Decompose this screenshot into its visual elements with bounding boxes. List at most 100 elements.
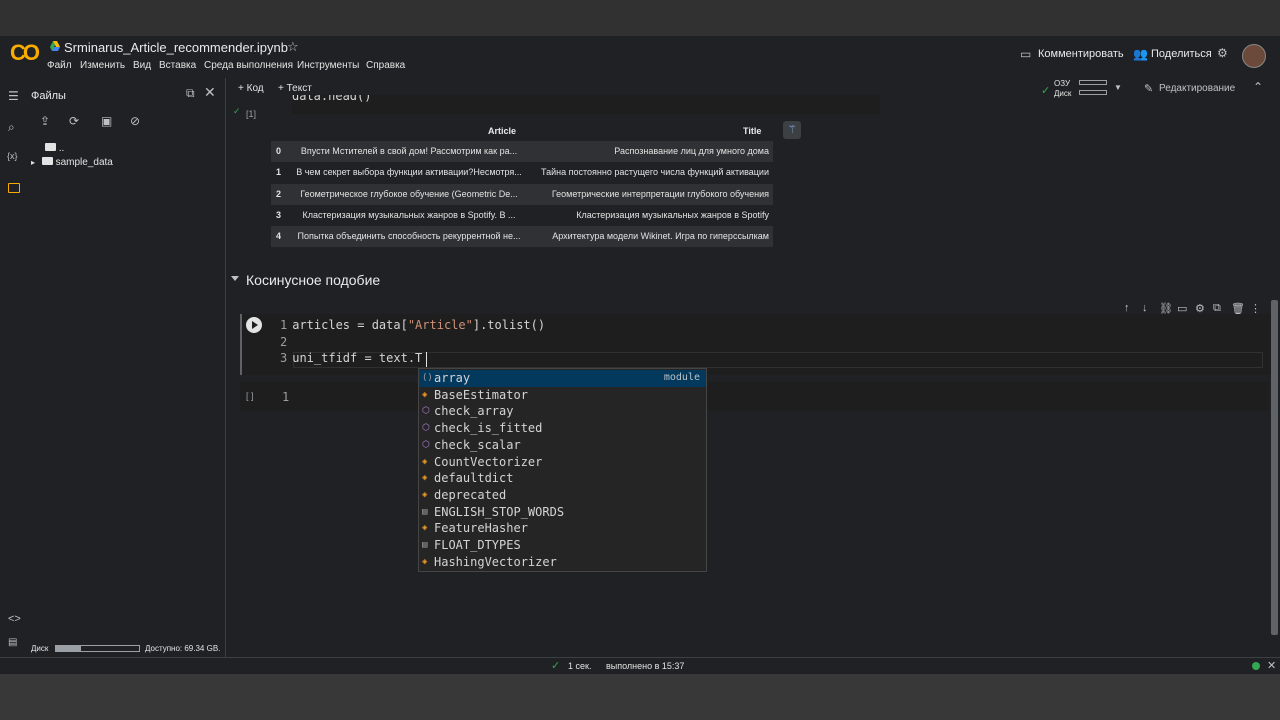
function-icon: ⬡ xyxy=(422,406,430,417)
menu-edit[interactable]: Изменить xyxy=(80,60,125,71)
status-close-icon[interactable]: ✕ xyxy=(1267,659,1276,672)
suggestion-label: FLOAT_DTYPES xyxy=(434,538,521,552)
suggestion-label: deprecated xyxy=(434,487,507,502)
text-cursor xyxy=(426,352,427,367)
suggestion-item[interactable]: ▤ FLOAT_DTYPES xyxy=(419,537,706,554)
suggestion-item[interactable]: ◈ BaseEstimator xyxy=(419,387,706,404)
new-window-icon[interactable]: ⧉ xyxy=(186,86,195,101)
drive-icon xyxy=(50,41,60,51)
code-cell-empty[interactable] xyxy=(240,382,1269,411)
status-check-icon: ✓ xyxy=(551,660,561,672)
constant-icon: ▤ xyxy=(422,506,428,517)
variables-icon[interactable]: {x} xyxy=(7,151,18,161)
share-button[interactable]: Поделиться xyxy=(1151,48,1212,60)
folder-icon[interactable] xyxy=(8,183,20,193)
star-icon[interactable]: ☆ xyxy=(287,39,299,55)
status-dot xyxy=(1252,662,1260,670)
suggestion-label: ENGLISH_STOP_WORDS xyxy=(434,504,565,519)
upload-icon[interactable]: ⇪ xyxy=(40,114,50,128)
class-icon: ◈ xyxy=(422,473,428,484)
table-header-article: Article xyxy=(488,126,517,136)
class-icon: ◈ xyxy=(422,489,428,500)
folder-icon xyxy=(45,143,56,151)
chevron-down-icon[interactable]: ▼ xyxy=(1114,83,1122,92)
menu-file[interactable]: Файл xyxy=(47,60,72,71)
magic-wand-icon[interactable]: ⚚ xyxy=(783,121,801,139)
code-line: 3 uni_tfidf = text.T xyxy=(280,351,422,365)
tree-item-parent[interactable]: .. xyxy=(45,143,64,154)
tree-item-label: .. xyxy=(58,143,65,154)
people-icon[interactable]: 👥 xyxy=(1133,47,1148,61)
code-snippets-icon[interactable]: <> xyxy=(8,613,21,625)
module-icon: () xyxy=(422,373,433,383)
pencil-icon: ✎ xyxy=(1144,83,1154,95)
disk-bar[interactable] xyxy=(1079,90,1107,95)
suggestion-label: check_is_fitted xyxy=(434,421,543,436)
edit-mode-button[interactable]: Редактирование xyxy=(1159,83,1235,94)
chevron-up-icon[interactable]: ⌃ xyxy=(1253,80,1263,94)
colab-logo[interactable]: CO xyxy=(10,42,40,64)
autocomplete-popup[interactable]: () array module ◈ BaseEstimator ⬡ check_array ⬡… xyxy=(418,368,707,572)
table-row: 0 Впусти Мстителей в свой дом! Рассмотрим… xyxy=(271,141,773,162)
code-line: 2 xyxy=(280,335,292,349)
menu-tools[interactable]: Инструменты xyxy=(297,60,359,71)
resource-disk-label: Диск xyxy=(1054,89,1072,98)
row-index: 0 xyxy=(276,146,282,156)
avatar[interactable] xyxy=(1242,44,1266,68)
suggestion-item[interactable]: ◈ defaultdict xyxy=(419,470,706,487)
function-icon: ⬡ xyxy=(422,423,430,434)
table-header-title: Title xyxy=(743,126,762,136)
suggestion-item[interactable]: ▤ ENGLISH_STOP_WORDS xyxy=(419,504,706,521)
move-up-icon[interactable]: ↑ xyxy=(1124,302,1130,314)
close-icon[interactable]: ✕ xyxy=(204,84,216,101)
check-icon: ✓ xyxy=(1041,85,1051,97)
exec-completed: выполнено в 15:37 xyxy=(606,661,685,671)
menu-view[interactable]: Вид xyxy=(133,60,151,71)
search-icon[interactable]: ⌕ xyxy=(8,120,15,135)
function-icon: ⬡ xyxy=(422,439,430,450)
code-string: "Article" xyxy=(407,318,473,332)
menu-runtime[interactable]: Среда выполнения xyxy=(204,60,293,71)
suggestion-item[interactable]: ◈ FeatureHasher xyxy=(419,520,706,537)
menu-help[interactable]: Справка xyxy=(366,60,405,71)
run-cell-button[interactable] xyxy=(246,317,262,333)
add-code-button[interactable]: + Код xyxy=(238,83,264,94)
left-rail xyxy=(0,78,26,657)
menu-insert[interactable]: Вставка xyxy=(159,60,196,71)
tree-item-sample-data[interactable]: ▸ sample_data xyxy=(31,157,113,168)
suggestion-item[interactable]: ◈ deprecated xyxy=(419,487,706,504)
prev-code-cell[interactable]: data.head() xyxy=(292,95,880,114)
code-line: 1 articles = data["Article"].tolist() xyxy=(280,318,545,332)
ram-bar[interactable] xyxy=(1079,80,1107,85)
drive-folder-icon[interactable]: ▣ xyxy=(101,114,112,128)
cell-counter-empty: [ ] xyxy=(246,391,254,401)
class-icon: ◈ xyxy=(422,556,428,567)
code-text: articles = data[ xyxy=(292,318,408,332)
line-number: 2 xyxy=(280,334,288,349)
class-icon: ◈ xyxy=(422,523,428,534)
collapse-caret-icon[interactable] xyxy=(231,276,239,281)
suggestion-item[interactable]: () array module xyxy=(419,370,706,387)
menu-icon[interactable]: ☰ xyxy=(8,89,19,103)
move-down-icon[interactable]: ↓ xyxy=(1142,302,1148,314)
notebook-title[interactable]: Srminarus_Article_recommender.ipynb xyxy=(64,40,288,55)
suggestion-item[interactable]: ⬡ check_array xyxy=(419,403,706,420)
comment-icon[interactable]: ▭ xyxy=(1020,47,1031,61)
line-number: 1 xyxy=(280,318,288,332)
suggestion-item[interactable]: ⬡ check_scalar xyxy=(419,437,706,454)
line-number: 1 xyxy=(282,390,290,404)
comment-button[interactable]: Комментировать xyxy=(1038,48,1124,60)
hide-files-icon[interactable]: ⊘ xyxy=(130,114,140,128)
suggestion-item[interactable]: ◈ CountVectorizer xyxy=(419,454,706,471)
gear-icon[interactable]: ⚙ xyxy=(1217,46,1228,60)
add-text-button[interactable]: + Текст xyxy=(278,83,312,94)
chevron-right-icon[interactable]: ▸ xyxy=(31,158,35,167)
row-index: 3 xyxy=(276,209,282,220)
terminal-icon[interactable]: ▤ xyxy=(8,637,17,648)
refresh-folder-icon[interactable]: ⟳ xyxy=(69,114,79,128)
suggestion-item[interactable]: ⬡ check_is_fitted xyxy=(419,420,706,437)
suggestion-item[interactable]: ◈ HashingVectorizer xyxy=(419,554,706,571)
scrollbar[interactable] xyxy=(1271,300,1278,635)
section-heading: Косинусное подобие xyxy=(246,272,381,288)
folder-icon xyxy=(41,157,53,165)
